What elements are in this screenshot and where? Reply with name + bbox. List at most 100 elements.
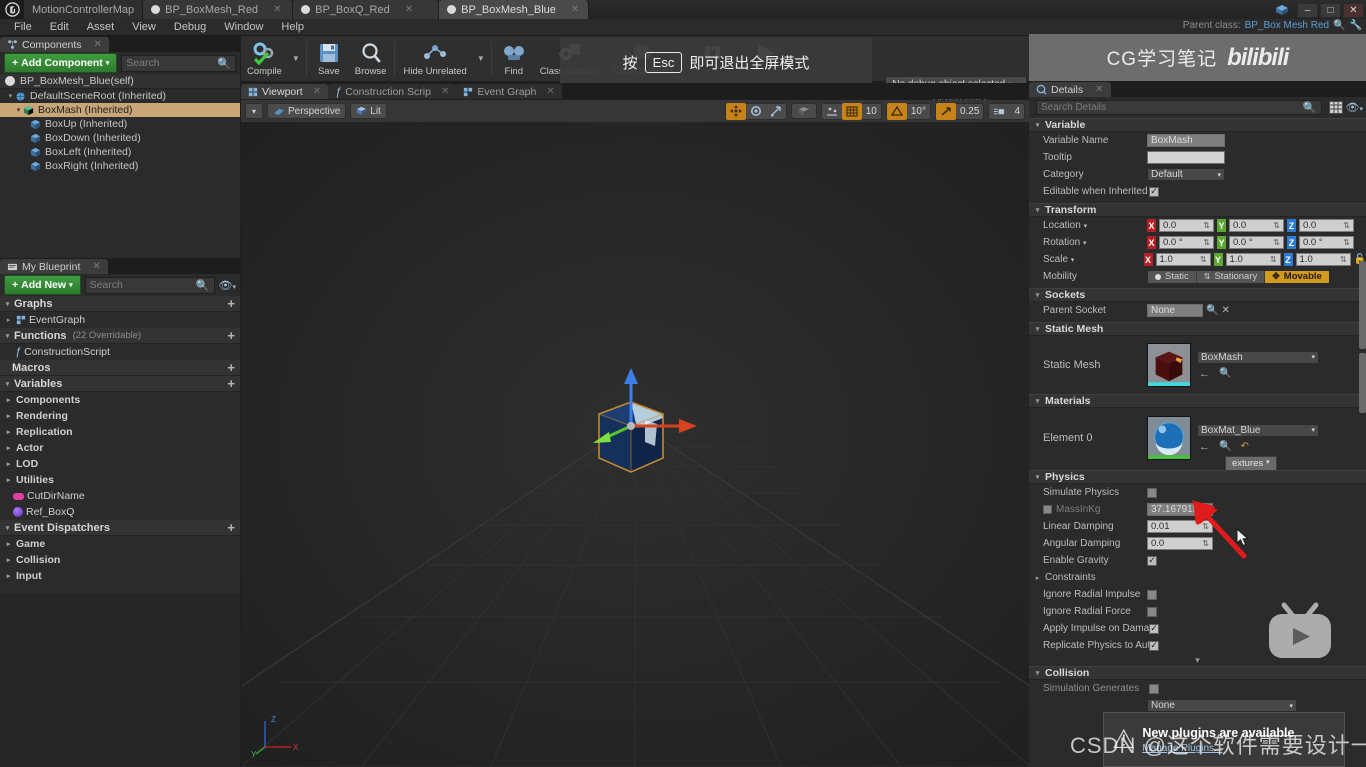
scale-snap-toggle[interactable] bbox=[935, 102, 956, 120]
spinner-icon[interactable]: ⇅ bbox=[1273, 238, 1280, 247]
tooltip-input[interactable] bbox=[1147, 151, 1225, 164]
tab-details[interactable]: Details ✕ bbox=[1029, 82, 1111, 97]
add-new-button[interactable]: + Add New ▾ bbox=[4, 275, 81, 295]
chevron-right-icon[interactable]: ▸ bbox=[4, 572, 13, 580]
components-search-input[interactable]: Search 🔍 bbox=[121, 54, 236, 72]
scale-y-input[interactable]: 1.0 ⇅ bbox=[1225, 253, 1281, 266]
rotation-snap-value[interactable]: 10° bbox=[907, 104, 930, 119]
component-row-boxmash[interactable]: ▾ BoxMash (Inherited) bbox=[0, 103, 240, 117]
list-item-game[interactable]: ▸ Game bbox=[0, 536, 240, 552]
close-icon[interactable]: ✕ bbox=[94, 39, 102, 50]
add-component-button[interactable]: + Add Component ▾ bbox=[4, 53, 118, 73]
red-cube-thumb[interactable] bbox=[1147, 343, 1191, 387]
section-functions[interactable]: ▾ Functions (22 Overridable) + bbox=[0, 328, 240, 344]
use-selected-icon[interactable]: ← bbox=[1199, 441, 1210, 453]
chevron-down-icon[interactable]: ▾ bbox=[3, 300, 12, 308]
close-button[interactable]: ✕ bbox=[1343, 3, 1364, 18]
eye-icon[interactable]: 👁▾ bbox=[1346, 101, 1363, 114]
details-section-materials[interactable]: ▾ Materials bbox=[1029, 394, 1366, 408]
list-item-components[interactable]: ▸ Components bbox=[0, 392, 240, 408]
chevron-right-icon[interactable]: ▸ bbox=[4, 428, 13, 436]
rotation-y-input[interactable]: 0.0 ° ⇅ bbox=[1229, 236, 1284, 249]
search-icon[interactable]: 🔍 bbox=[1333, 20, 1345, 31]
chevron-down-icon[interactable]: ▾ bbox=[1033, 121, 1042, 129]
section-graphs[interactable]: ▾ Graphs + bbox=[0, 296, 240, 312]
menu-window[interactable]: Window bbox=[216, 20, 271, 34]
location-z-input[interactable]: 0.0 ⇅ bbox=[1299, 219, 1354, 232]
chevron-right-icon[interactable]: ▸ bbox=[4, 476, 13, 484]
rotation-z-input[interactable]: 0.0 ° ⇅ bbox=[1299, 236, 1354, 249]
hide-unrelated-button[interactable]: Hide Unrelated bbox=[397, 37, 472, 81]
spinner-icon[interactable]: ⇅ bbox=[1340, 255, 1347, 264]
details-section-sockets[interactable]: ▾ Sockets bbox=[1029, 288, 1366, 302]
details-section-collision[interactable]: ▾ Collision bbox=[1029, 666, 1366, 680]
menu-view[interactable]: View bbox=[124, 20, 164, 34]
chevron-right-icon[interactable]: ▸ bbox=[4, 412, 13, 420]
column-view-icon[interactable] bbox=[1327, 100, 1344, 115]
spinner-icon[interactable]: ⇅ bbox=[1343, 238, 1350, 247]
find-button[interactable]: Find bbox=[494, 37, 534, 81]
camera-mode-button[interactable]: Perspective bbox=[267, 103, 347, 119]
scale-snap-value[interactable]: 0.25 bbox=[956, 104, 983, 119]
chevron-down-icon[interactable]: ▾ bbox=[1033, 669, 1042, 677]
static-mesh-select[interactable]: BoxMash ▾ bbox=[1197, 350, 1319, 364]
component-self-row[interactable]: BP_BoxMesh_Blue(self) bbox=[0, 74, 240, 89]
window-tab-bp-boxmesh-blue[interactable]: BP_BoxMesh_Blue ✕ bbox=[439, 0, 590, 19]
tab-viewport[interactable]: Viewport ✕ bbox=[241, 84, 329, 99]
chevron-down-icon[interactable]: ▾ bbox=[1033, 473, 1042, 481]
details-section-transform[interactable]: ▾ Transform bbox=[1029, 203, 1366, 217]
use-selected-icon[interactable]: ← bbox=[1199, 368, 1210, 380]
list-item-actor[interactable]: ▸ Actor bbox=[0, 440, 240, 456]
location-y-input[interactable]: 0.0 ⇅ bbox=[1229, 219, 1284, 232]
chevron-right-icon[interactable]: ▸ bbox=[4, 444, 13, 452]
close-icon[interactable]: ✕ bbox=[571, 4, 579, 15]
tab-my-blueprint[interactable]: My Blueprint ✕ bbox=[0, 259, 108, 274]
editable-when-inherited-checkbox[interactable]: ✓ bbox=[1149, 186, 1159, 197]
close-icon[interactable]: ✕ bbox=[92, 261, 100, 272]
details-section-physics[interactable]: ▾ Physics bbox=[1029, 470, 1366, 484]
component-row-boxup[interactable]: BoxUp (Inherited) bbox=[0, 117, 240, 131]
browse-icon[interactable]: 🔍 bbox=[1219, 368, 1231, 380]
ignore-radial-force-checkbox[interactable] bbox=[1147, 606, 1157, 617]
spinner-icon[interactable]: ⇅ bbox=[1200, 255, 1207, 264]
chevron-right-icon[interactable]: ▸ bbox=[4, 316, 13, 324]
tab-construction-script[interactable]: ƒ Construction Scrip ✕ bbox=[328, 84, 457, 99]
add-variable-button[interactable]: + bbox=[227, 376, 240, 391]
chevron-right-icon[interactable]: ▸ bbox=[4, 540, 13, 548]
chevron-down-icon[interactable]: ▾ bbox=[1033, 325, 1042, 333]
list-item-collision[interactable]: ▸ Collision bbox=[0, 552, 240, 568]
collision-preset-select[interactable]: None ▾ bbox=[1147, 699, 1297, 712]
list-item-constructionscript[interactable]: ƒ ConstructionScript bbox=[0, 344, 240, 360]
menu-debug[interactable]: Debug bbox=[166, 20, 214, 34]
material-select[interactable]: BoxMat_Blue ▾ bbox=[1197, 423, 1319, 437]
chevron-down-icon[interactable]: ▼ bbox=[473, 54, 489, 63]
close-icon[interactable]: ✕ bbox=[405, 4, 413, 15]
chevron-down-icon[interactable]: ▾ bbox=[3, 380, 12, 388]
eye-icon[interactable]: 👁▾ bbox=[219, 279, 236, 292]
parent-socket-input[interactable]: None bbox=[1147, 304, 1203, 317]
window-tab-bp-boxmesh-red[interactable]: BP_BoxMesh_Red ✕ bbox=[143, 0, 294, 19]
chevron-right-icon[interactable]: ▸ bbox=[4, 460, 13, 468]
coordinate-space-button[interactable] bbox=[790, 103, 817, 119]
search-icon[interactable]: 🔍 bbox=[1206, 305, 1218, 316]
grid-snap-value[interactable]: 10 bbox=[862, 104, 881, 119]
add-macro-button[interactable]: + bbox=[227, 360, 240, 375]
add-graph-button[interactable]: + bbox=[227, 296, 240, 311]
menu-file[interactable]: File bbox=[6, 20, 40, 34]
replicate-physics-checkbox[interactable]: ✓ bbox=[1149, 640, 1159, 651]
close-icon[interactable]: ✕ bbox=[546, 86, 554, 97]
simulation-generates-checkbox[interactable] bbox=[1149, 683, 1159, 694]
rotation-x-input[interactable]: 0.0 ° ⇅ bbox=[1159, 236, 1214, 249]
details-scrollbar-lower[interactable] bbox=[1359, 353, 1366, 413]
wrench-icon[interactable]: 🔧 bbox=[1350, 20, 1362, 31]
chevron-right-icon[interactable]: ▸ bbox=[1033, 574, 1042, 582]
window-tab-bp-boxq-red[interactable]: BP_BoxQ_Red ✕ bbox=[293, 0, 440, 19]
clear-icon[interactable]: ✕ bbox=[1221, 305, 1229, 316]
chevron-down-icon[interactable]: ▾ bbox=[1083, 240, 1087, 247]
chevron-right-icon[interactable]: ▸ bbox=[4, 396, 13, 404]
compile-button[interactable]: Compile bbox=[241, 37, 288, 81]
maximize-button[interactable]: □ bbox=[1320, 3, 1341, 18]
minimize-button[interactable]: – bbox=[1297, 3, 1318, 18]
myblueprint-search-input[interactable]: Search 🔍 bbox=[84, 276, 215, 294]
spinner-icon[interactable]: ⇅ bbox=[1203, 238, 1210, 247]
